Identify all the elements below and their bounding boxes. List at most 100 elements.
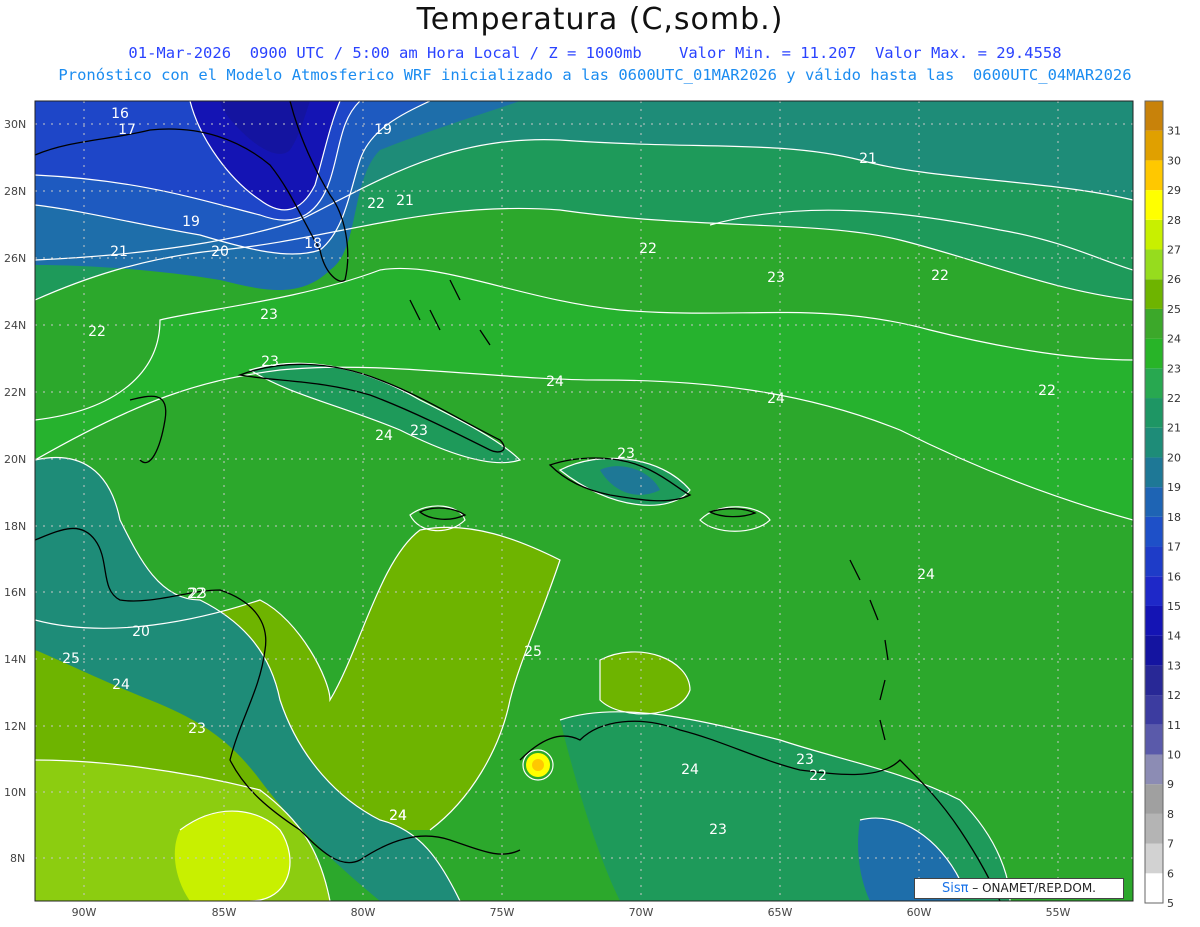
colorbar-label: 30 xyxy=(1167,154,1181,167)
colorbar-swatch xyxy=(1145,308,1163,339)
sispi-logo: Sisπ xyxy=(941,881,969,896)
contour-label: 18 xyxy=(304,236,322,252)
colorbar-swatch xyxy=(1145,843,1163,874)
colorbar-label: 18 xyxy=(1167,511,1181,524)
colorbar-label: 12 xyxy=(1167,689,1181,702)
colorbar-swatch xyxy=(1145,487,1163,517)
colorbar-label: 15 xyxy=(1167,600,1181,613)
contour-label: 20 xyxy=(211,244,229,260)
contour-label: 24 xyxy=(917,567,935,583)
lat-label: 24N xyxy=(4,319,26,332)
lon-label: 70W xyxy=(629,906,654,919)
colorbar-label: 27 xyxy=(1167,244,1181,257)
contour-label: 23 xyxy=(767,270,785,286)
colorbar-swatch xyxy=(1145,190,1163,220)
lat-label: 8N xyxy=(10,852,25,865)
contour-label: 24 xyxy=(546,374,564,390)
colorbar-label: 21 xyxy=(1167,422,1181,435)
colorbar-swatch xyxy=(1145,368,1163,399)
lat-label: 12N xyxy=(4,720,26,733)
contour-label: 23 xyxy=(260,307,278,323)
colorbar-label: 14 xyxy=(1167,630,1181,643)
colorbar-label: 22 xyxy=(1167,392,1181,405)
lon-label: 60W xyxy=(907,906,932,919)
contour-label: 22 xyxy=(931,268,949,284)
temperature-map: 30N 28N 26N 24N 22N 20N 18N 16N 14N 12N … xyxy=(4,100,1181,919)
colorbar-swatch xyxy=(1145,635,1163,666)
contour-label: 22 xyxy=(639,241,657,257)
contour-label: 23 xyxy=(617,446,635,462)
contour-label: 21 xyxy=(859,151,877,167)
colorbar-swatch xyxy=(1145,249,1163,280)
colorbar-label: 7 xyxy=(1167,838,1174,851)
colorbar-swatch xyxy=(1145,665,1163,696)
colorbar-label: 16 xyxy=(1167,570,1181,583)
contour-label: 21 xyxy=(110,244,128,260)
contour-label: 23 xyxy=(188,721,206,737)
lon-label: 65W xyxy=(768,906,793,919)
contour-label: 25 xyxy=(524,644,542,660)
colorbar-label: 25 xyxy=(1167,303,1181,316)
contour-label: 23 xyxy=(261,354,279,370)
contour-label: 24 xyxy=(389,808,407,824)
lat-label: 16N xyxy=(4,586,26,599)
lon-label: 75W xyxy=(490,906,515,919)
lat-label: 28N xyxy=(4,185,26,198)
contour-label: 25 xyxy=(62,651,80,667)
colorbar-swatch xyxy=(1145,784,1163,814)
contour-label: 19 xyxy=(182,214,200,230)
lat-label: 26N xyxy=(4,252,26,265)
contour-label: 22 xyxy=(88,324,106,340)
lon-label: 55W xyxy=(1046,906,1071,919)
colorbar-label: 9 xyxy=(1167,778,1174,791)
colorbar-swatch xyxy=(1145,873,1163,903)
credit-text: – ONAMET/REP.DOM. xyxy=(972,881,1096,895)
contour-label: 20 xyxy=(132,624,150,640)
colorbar-label: 26 xyxy=(1167,273,1181,286)
colorbar-swatch xyxy=(1145,338,1163,369)
lat-label: 18N xyxy=(4,520,26,533)
colorbar-swatch xyxy=(1145,398,1163,428)
credit-box: Sisπ – ONAMET/REP.DOM. xyxy=(914,878,1124,899)
lon-label: 80W xyxy=(351,906,376,919)
colorbar-swatch xyxy=(1145,605,1163,636)
contour-label: 19 xyxy=(374,122,392,138)
lat-label: 14N xyxy=(4,653,26,666)
colorbar-swatch xyxy=(1145,427,1163,458)
colorbar-label: 24 xyxy=(1167,333,1181,346)
longitude-labels: 90W 85W 80W 75W 70W 65W 60W 55W xyxy=(72,906,1071,919)
colorbar-swatch xyxy=(1145,219,1163,250)
colorbar-label: 29 xyxy=(1167,184,1181,197)
contour-label: 22 xyxy=(367,196,385,212)
contour-label: 23 xyxy=(709,822,727,838)
colorbar-swatch xyxy=(1145,130,1163,161)
contour-label: 22 xyxy=(809,768,827,784)
colorbar-label: 11 xyxy=(1167,719,1181,732)
colorbar-label: 31 xyxy=(1167,125,1181,138)
lat-label: 30N xyxy=(4,118,26,131)
colorbar-label: 6 xyxy=(1167,867,1174,880)
colorbar-swatch xyxy=(1145,516,1163,547)
colorbar-swatch xyxy=(1145,813,1163,844)
lon-label: 85W xyxy=(212,906,237,919)
lon-label: 90W xyxy=(72,906,97,919)
contour-label: 22 xyxy=(187,586,205,602)
colorbar-label: 10 xyxy=(1167,748,1181,761)
contour-label: 16 xyxy=(111,106,129,122)
colorbar: 31 30 29 28 27 26 25 24 23 22 21 20 19 18 17 16 15 14 13 12… xyxy=(1144,100,1181,910)
colorbar-label: 20 xyxy=(1167,451,1181,464)
contour-label: 17 xyxy=(118,122,136,138)
contour-label: 22 xyxy=(1038,383,1056,399)
colorbar-label: 5 xyxy=(1167,897,1174,910)
contour-label: 23 xyxy=(796,752,814,768)
colorbar-label: 28 xyxy=(1167,214,1181,227)
colorbar-label: 23 xyxy=(1167,362,1181,375)
lat-label: 22N xyxy=(4,386,26,399)
colorbar-swatch xyxy=(1145,754,1163,785)
colorbar-swatch xyxy=(1145,101,1163,131)
contour-label: 21 xyxy=(396,193,414,209)
colorbar-label: 19 xyxy=(1167,481,1181,494)
colorbar-swatch xyxy=(1145,457,1163,488)
contour-label: 23 xyxy=(410,423,428,439)
lat-label: 20N xyxy=(4,453,26,466)
